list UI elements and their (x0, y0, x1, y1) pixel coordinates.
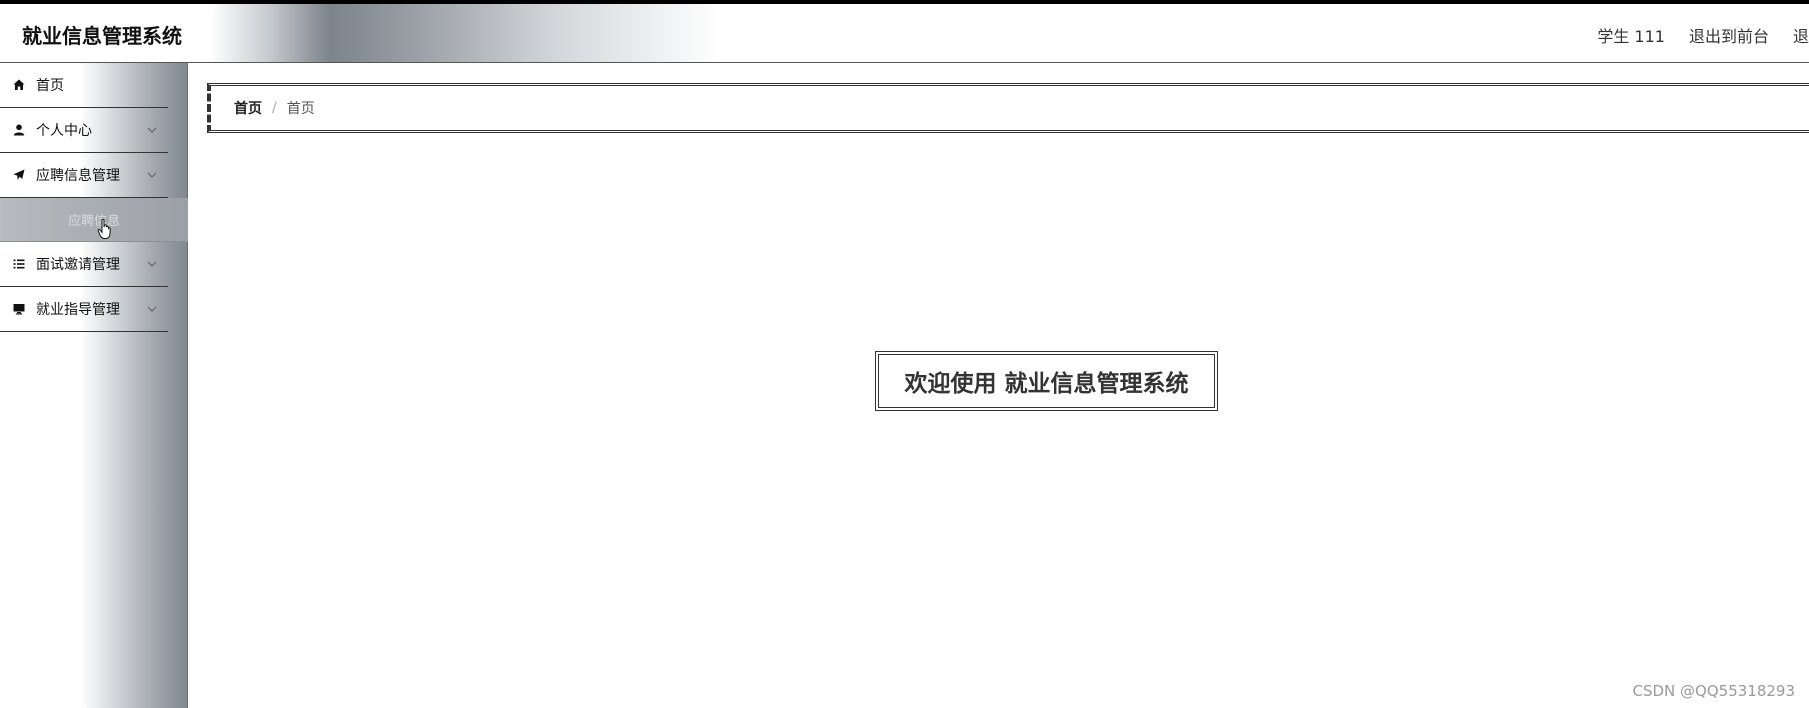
welcome-message: 欢迎使用 就业信息管理系统 (875, 351, 1218, 411)
sidebar-item-interview-management[interactable]: 面试邀请管理 (0, 242, 168, 287)
breadcrumb: 首页 / 首页 (207, 83, 1809, 133)
sidebar-item-label: 就业指导管理 (36, 302, 120, 318)
chevron-down-icon (147, 261, 157, 267)
sidebar: 首页 个人中心 应聘信息管理 应聘信息 面试邀请管理 就业指导管理 (0, 63, 188, 708)
sidebar-item-label: 个人中心 (36, 123, 92, 139)
paper-plane-icon (13, 169, 25, 181)
monitor-icon (13, 303, 25, 315)
breadcrumb-home-link[interactable]: 首页 (234, 98, 262, 118)
sidebar-item-career-guidance[interactable]: 就业指导管理 (0, 287, 168, 332)
app-header: 就业信息管理系统 学生 111 退出到前台 退 (0, 4, 1809, 63)
sidebar-subitem-application-info[interactable]: 应聘信息 (0, 198, 188, 242)
sidebar-item-label: 面试邀请管理 (36, 257, 120, 273)
breadcrumb-current: 首页 (286, 101, 315, 117)
sidebar-item-label: 应聘信息管理 (36, 168, 120, 184)
app-title: 就业信息管理系统 (22, 24, 182, 48)
hand-cursor-icon (97, 218, 111, 239)
home-icon (13, 79, 25, 91)
breadcrumb-separator: / (272, 100, 277, 116)
chevron-down-icon (147, 172, 157, 178)
watermark: CSDN @QQ55318293 (1632, 682, 1796, 700)
sidebar-item-application-management[interactable]: 应聘信息管理 (0, 153, 168, 198)
user-label: 学生 111 (1597, 27, 1665, 46)
sidebar-item-home[interactable]: 首页 (0, 63, 168, 108)
front-link[interactable]: 退出到前台 (1689, 23, 1769, 47)
chevron-down-icon (147, 127, 157, 133)
list-icon (13, 258, 25, 270)
header-actions: 学生 111 退出到前台 退 (1597, 23, 1809, 47)
sidebar-item-personal-center[interactable]: 个人中心 (0, 108, 168, 153)
logout-link[interactable]: 退 (1793, 23, 1809, 47)
chevron-down-icon (147, 306, 157, 312)
sidebar-item-label: 首页 (36, 78, 64, 94)
user-icon (13, 124, 25, 136)
